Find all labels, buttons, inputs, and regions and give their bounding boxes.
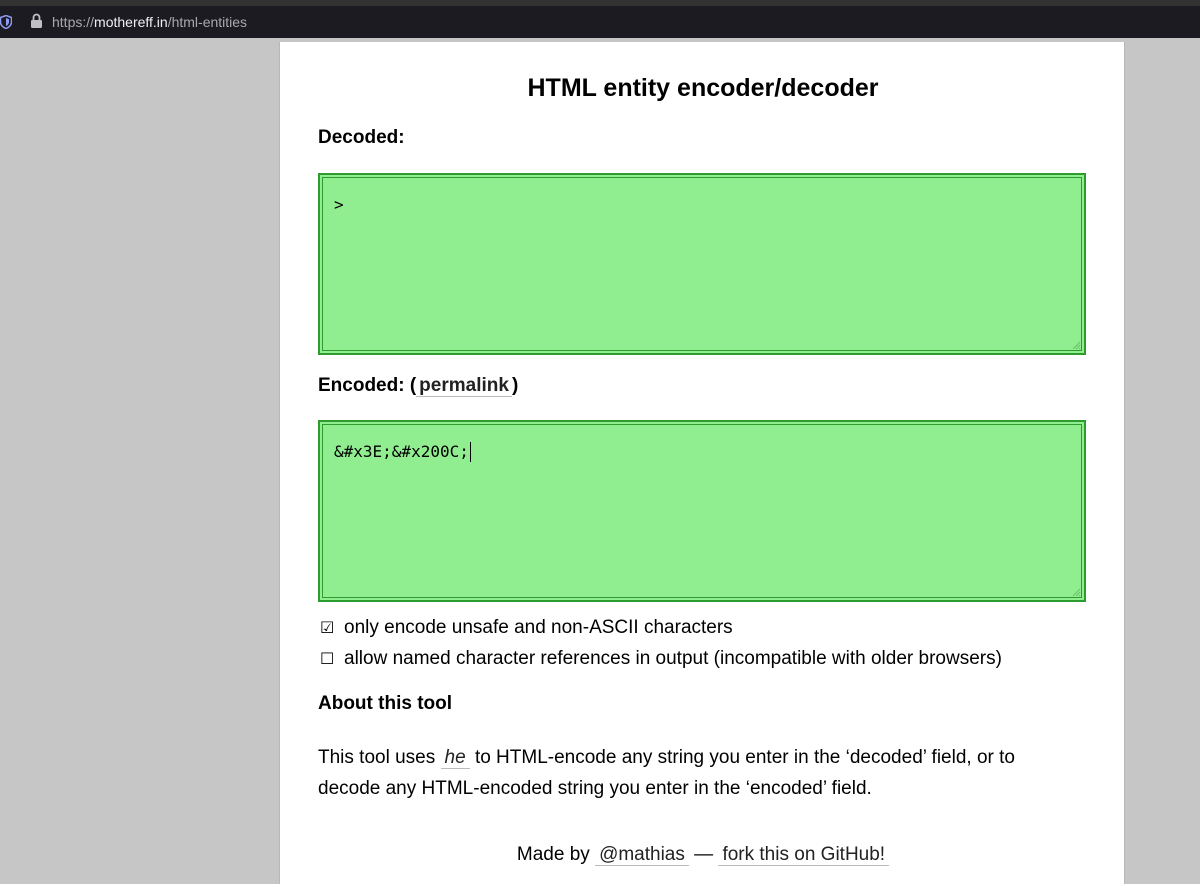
encoded-label: Encoded: (permalink) [318, 375, 518, 397]
author-link[interactable]: @mathias [595, 844, 689, 866]
page-content: HTML entity encoder/decoder Decoded: > E… [279, 42, 1125, 884]
he-link[interactable]: he [440, 747, 470, 769]
url-scheme: https:// [52, 14, 95, 30]
encoded-text-wrap: &#x3E;&#x200C; [334, 442, 471, 462]
checkbox-unchecked-icon[interactable]: ☐ [320, 648, 335, 670]
url-host: mothereff.in [94, 14, 168, 30]
url-text[interactable]: https://mothereff.in/html-entities [52, 14, 247, 30]
option-only-unsafe[interactable]: ☑ only encode unsafe and non-ASCII chara… [320, 617, 733, 639]
permalink-link[interactable]: permalink [416, 375, 512, 397]
encoded-label-text: Encoded: ( [318, 375, 417, 396]
about-paragraph: This tool uses he to HTML-encode any str… [318, 742, 1058, 804]
lock-icon[interactable] [30, 13, 43, 29]
option-named-refs-label: allow named character references in outp… [344, 648, 1002, 669]
decoded-label: Decoded: [318, 127, 405, 148]
url-path: /html-entities [167, 14, 248, 30]
encoded-textarea[interactable]: &#x3E;&#x200C; [318, 420, 1086, 602]
encoded-label-close: ) [511, 375, 519, 396]
option-named-refs[interactable]: ☐ allow named character references in ou… [320, 648, 1002, 670]
github-fork-link[interactable]: fork this on GitHub! [718, 844, 890, 866]
checkbox-checked-icon[interactable]: ☑ [320, 617, 335, 639]
footer-dash: — [694, 844, 714, 865]
decoded-text: > [334, 195, 344, 214]
text-caret [469, 442, 471, 462]
resize-grip-icon[interactable] [1071, 340, 1081, 350]
about-text-1: This tool uses [318, 747, 436, 768]
browser-url-bar[interactable]: https://mothereff.in/html-entities [0, 6, 1200, 38]
encoded-text: &#x3E;&#x200C; [334, 442, 469, 461]
resize-grip-icon[interactable] [1071, 587, 1081, 597]
about-heading: About this tool [318, 693, 453, 714]
footer-made-by: Made by [516, 844, 590, 865]
shield-icon[interactable] [0, 15, 12, 29]
decoded-textarea[interactable]: > [318, 173, 1086, 355]
footer: Made by @mathias — fork this on GitHub! [280, 843, 1126, 867]
page-title: HTML entity encoder/decoder [527, 74, 879, 102]
option-only-unsafe-label: only encode unsafe and non-ASCII charact… [344, 617, 733, 638]
